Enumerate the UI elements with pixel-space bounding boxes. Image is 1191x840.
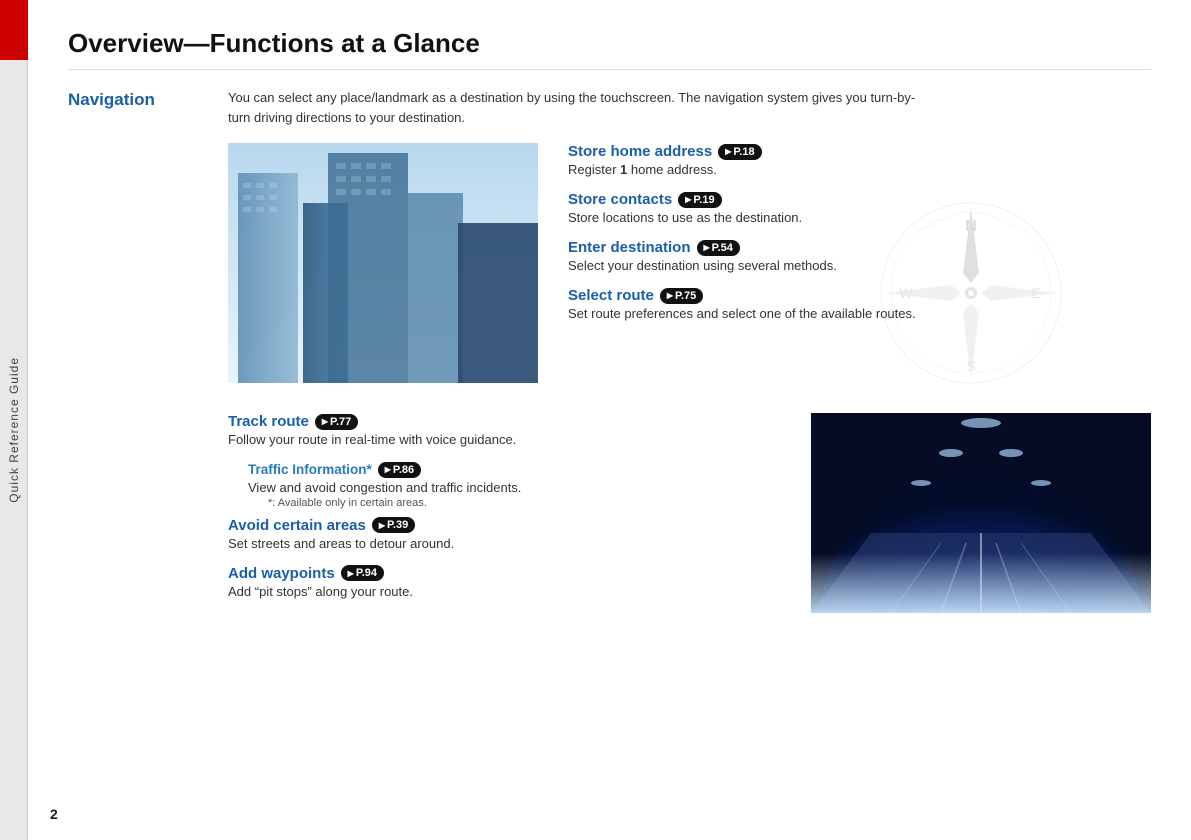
svg-text:S: S <box>966 358 975 374</box>
svg-text:N: N <box>965 218 977 235</box>
feature-store-contacts-title[interactable]: Store contacts P.19 <box>568 191 722 208</box>
svg-text:E: E <box>1031 285 1040 301</box>
feature-traffic-info-note: *: Available only in certain areas. <box>268 497 781 509</box>
compass-container: N S E W <box>871 193 1071 393</box>
navigation-section: Navigation You can select any place/land… <box>68 88 1151 613</box>
feature-add-waypoints-title[interactable]: Add waypoints P.94 <box>228 565 384 582</box>
feature-enter-destination-title[interactable]: Enter destination P.54 <box>568 239 740 256</box>
tunnel-image <box>811 413 1151 613</box>
feature-traffic-info-desc: View and avoid congestion and traffic in… <box>248 480 781 495</box>
feature-avoid-areas-badge[interactable]: P.39 <box>372 517 415 533</box>
sidebar-red-bar <box>0 0 28 60</box>
feature-track-route-desc: Follow your route in real-time with voic… <box>228 432 781 447</box>
feature-select-route-title[interactable]: Select route P.75 <box>568 287 703 304</box>
building-image <box>228 143 538 383</box>
feature-add-waypoints: Add waypoints P.94 Add “pit stops” along… <box>228 565 781 599</box>
feature-traffic-info-title[interactable]: Traffic Information* P.86 <box>248 462 421 478</box>
top-section: N S E W Stor <box>228 143 1151 383</box>
svg-text:W: W <box>899 285 913 301</box>
feature-avoid-areas: Avoid certain areas P.39 Set streets and… <box>228 517 781 551</box>
feature-select-route-badge[interactable]: P.75 <box>660 288 703 304</box>
sidebar-label: Quick Reference Guide <box>7 357 21 503</box>
feature-avoid-areas-desc: Set streets and areas to detour around. <box>228 536 781 551</box>
bottom-section: Track route P.77 Follow your route in re… <box>228 413 1151 613</box>
feature-traffic-info: Traffic Information* P.86 View and avoid… <box>248 461 781 509</box>
feature-traffic-info-badge[interactable]: P.86 <box>378 462 421 478</box>
feature-add-waypoints-badge[interactable]: P.94 <box>341 565 384 581</box>
navigation-content: You can select any place/landmark as a d… <box>228 88 1151 613</box>
page-number: 2 <box>50 806 58 822</box>
navigation-description: You can select any place/landmark as a d… <box>228 88 928 127</box>
building-svg <box>228 143 538 383</box>
tunnel-svg <box>811 413 1151 613</box>
feature-store-home-desc: Register 1 home address. <box>568 162 1151 177</box>
navigation-label: Navigation <box>68 90 155 109</box>
bottom-features: Track route P.77 Follow your route in re… <box>228 413 781 613</box>
feature-track-route: Track route P.77 Follow your route in re… <box>228 413 781 447</box>
feature-store-home-title[interactable]: Store home address P.18 <box>568 143 762 160</box>
feature-avoid-areas-title[interactable]: Avoid certain areas P.39 <box>228 517 415 534</box>
feature-store-home: Store home address P.18 Register 1 home … <box>568 143 1151 177</box>
feature-enter-destination-badge[interactable]: P.54 <box>697 240 740 256</box>
nav-label-container: Navigation <box>68 88 228 613</box>
feature-track-route-badge[interactable]: P.77 <box>315 414 358 430</box>
main-content: Overview—Functions at a Glance Navigatio… <box>28 0 1191 840</box>
feature-add-waypoints-desc: Add “pit stops” along your route. <box>228 584 781 599</box>
feature-store-home-badge[interactable]: P.18 <box>718 144 761 160</box>
sidebar: Quick Reference Guide <box>0 0 28 840</box>
feature-store-contacts-badge[interactable]: P.19 <box>678 192 721 208</box>
page-title: Overview—Functions at a Glance <box>68 28 1151 70</box>
feature-track-route-title[interactable]: Track route P.77 <box>228 413 358 430</box>
compass-svg: N S E W <box>871 193 1071 393</box>
